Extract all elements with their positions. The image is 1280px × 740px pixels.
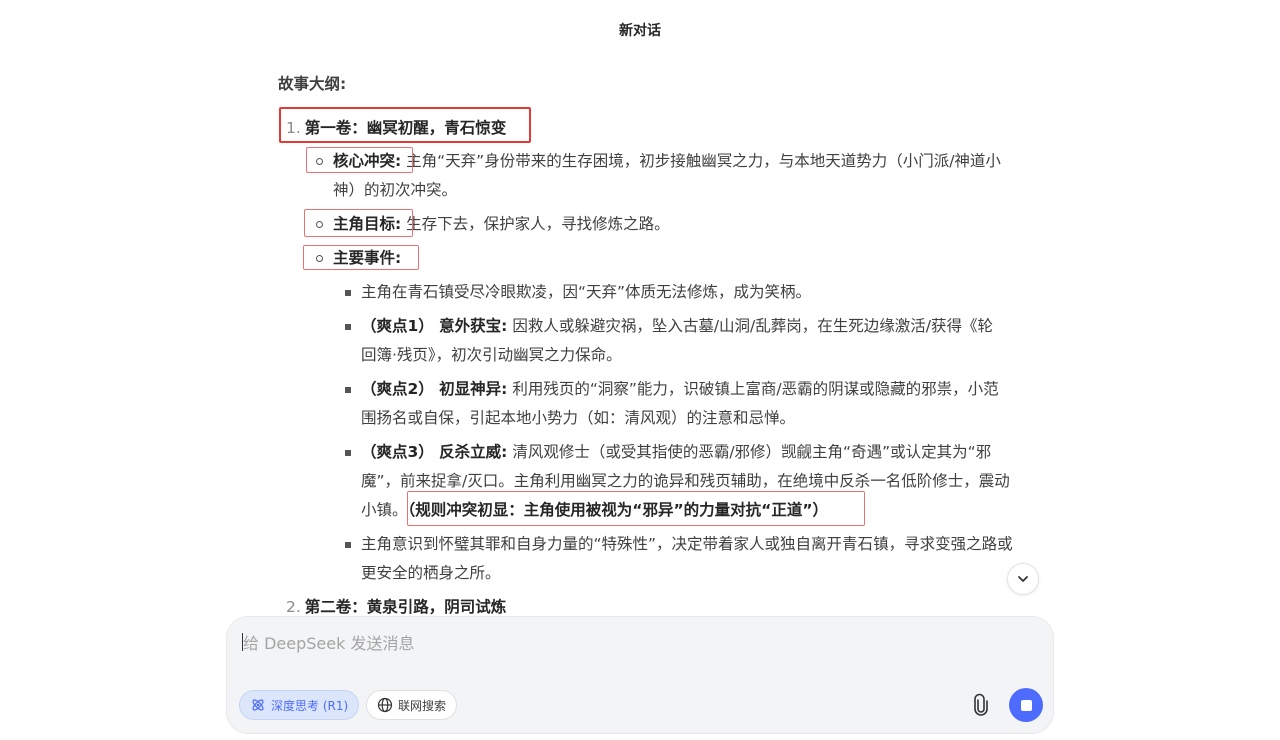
volume-2-title: 2. 第二卷：黄泉引路，阴司试炼 bbox=[278, 590, 1058, 616]
event-label: （爽点1） 意外获宝: bbox=[361, 317, 508, 335]
deep-think-toggle[interactable]: 深度思考 (R1) bbox=[239, 690, 360, 720]
annotation-box-volume-1 bbox=[279, 107, 531, 143]
square-bullet-icon bbox=[345, 542, 351, 548]
atom-icon bbox=[252, 699, 264, 711]
page-title: 新对话 bbox=[619, 23, 661, 39]
conflict-text-2: 神）的初次冲突。 bbox=[333, 181, 458, 199]
volume-2-number: 2. bbox=[286, 598, 301, 616]
annotation-box-highlight bbox=[407, 491, 865, 526]
event-label: （爽点2） 初显神异: bbox=[361, 380, 508, 398]
event-text-cont: 更安全的栖身之所。 bbox=[361, 564, 501, 582]
event-label: （爽点3） 反杀立威: bbox=[361, 443, 508, 461]
event-item: （爽点1） 意外获宝: 因救人或躲避灾祸，坠入古墓/山洞/乱葬岗，在生死边缘激活… bbox=[278, 312, 1058, 370]
paperclip-icon bbox=[974, 693, 988, 716]
event-text: 因救人或躲避灾祸，坠入古墓/山洞/乱葬岗，在生死边缘激活/获得《轮 bbox=[512, 317, 993, 335]
event-text: 利用残页的“洞察”能力，识破镇上富商/恶霸的阴谋或隐藏的邪祟，小范 bbox=[512, 380, 999, 398]
stop-generation-button[interactable] bbox=[1009, 688, 1043, 722]
globe-icon bbox=[377, 697, 393, 713]
square-bullet-icon bbox=[345, 324, 351, 330]
attach-file-button[interactable] bbox=[969, 693, 993, 717]
message-input-box[interactable]: 给 DeepSeek 发送消息 深度思考 (R1) 联网搜索 bbox=[226, 616, 1054, 734]
deep-think-label: 深度思考 (R1) bbox=[271, 698, 349, 713]
event-text: 主角在青石镇受尽冷眼欺凌，因“天弃”体质无法修炼，成为笑柄。 bbox=[361, 283, 812, 301]
events-list: 主角在青石镇受尽冷眼欺凌，因“天弃”体质无法修炼，成为笑柄。 （爽点1） 意外获… bbox=[278, 278, 1058, 588]
volume-2-title-text: 第二卷：黄泉引路，阴司试炼 bbox=[304, 598, 507, 616]
event-item: 主角在青石镇受尽冷眼欺凌，因“天弃”体质无法修炼，成为笑柄。 bbox=[278, 278, 1058, 307]
event-text: 主角意识到怀璧其罪和自身力量的“特殊性”，决定带着家人或独自离开青石镇，寻求变强… bbox=[361, 535, 1013, 553]
annotation-box-conflict bbox=[306, 147, 413, 173]
message-input[interactable]: 给 DeepSeek 发送消息 bbox=[243, 630, 414, 654]
square-bullet-icon bbox=[345, 290, 351, 296]
event-item: （爽点2） 初显神异: 利用残页的“洞察”能力，识破镇上富商/恶霸的阴谋或隐藏的… bbox=[278, 375, 1058, 433]
event-text: 清风观修士（或受其指使的恶霸/邪修）觊觎主角“奇遇”或认定其为“邪 bbox=[512, 443, 992, 461]
chat-page: 新对话 故事大纲: 1. 第一卷：幽冥初醒，青石惊变 核心冲突: 主角“天弃”身… bbox=[0, 0, 1280, 740]
scroll-to-bottom-button[interactable] bbox=[1007, 563, 1039, 595]
event-text-cont: 回簿·残页》，初次引动幽冥之力保命。 bbox=[361, 346, 622, 364]
goal-text: 生存下去，保护家人，寻找修炼之路。 bbox=[406, 215, 670, 233]
annotation-box-goal bbox=[304, 209, 413, 237]
event-text-end: 小镇。 bbox=[361, 501, 408, 519]
outline-heading: 故事大纲: bbox=[278, 75, 347, 93]
square-bullet-icon bbox=[345, 450, 351, 456]
web-search-toggle[interactable]: 联网搜索 bbox=[366, 690, 458, 720]
chevron-down-icon bbox=[1018, 576, 1028, 582]
web-search-label: 联网搜索 bbox=[398, 698, 447, 713]
conflict-text-1: 主角“天弃”身份带来的生存困境，初步接触幽冥之力，与本地天道势力（小门派/神道小 bbox=[406, 152, 1001, 170]
annotation-box-events bbox=[303, 245, 419, 270]
event-item: 主角意识到怀璧其罪和自身力量的“特殊性”，决定带着家人或独自离开青石镇，寻求变强… bbox=[278, 530, 1058, 588]
square-bullet-icon bbox=[345, 387, 351, 393]
stop-icon bbox=[1020, 699, 1032, 711]
event-text-cont: 围扬名或自保，引起本地小势力（如：清风观）的注意和忌惮。 bbox=[361, 409, 796, 427]
